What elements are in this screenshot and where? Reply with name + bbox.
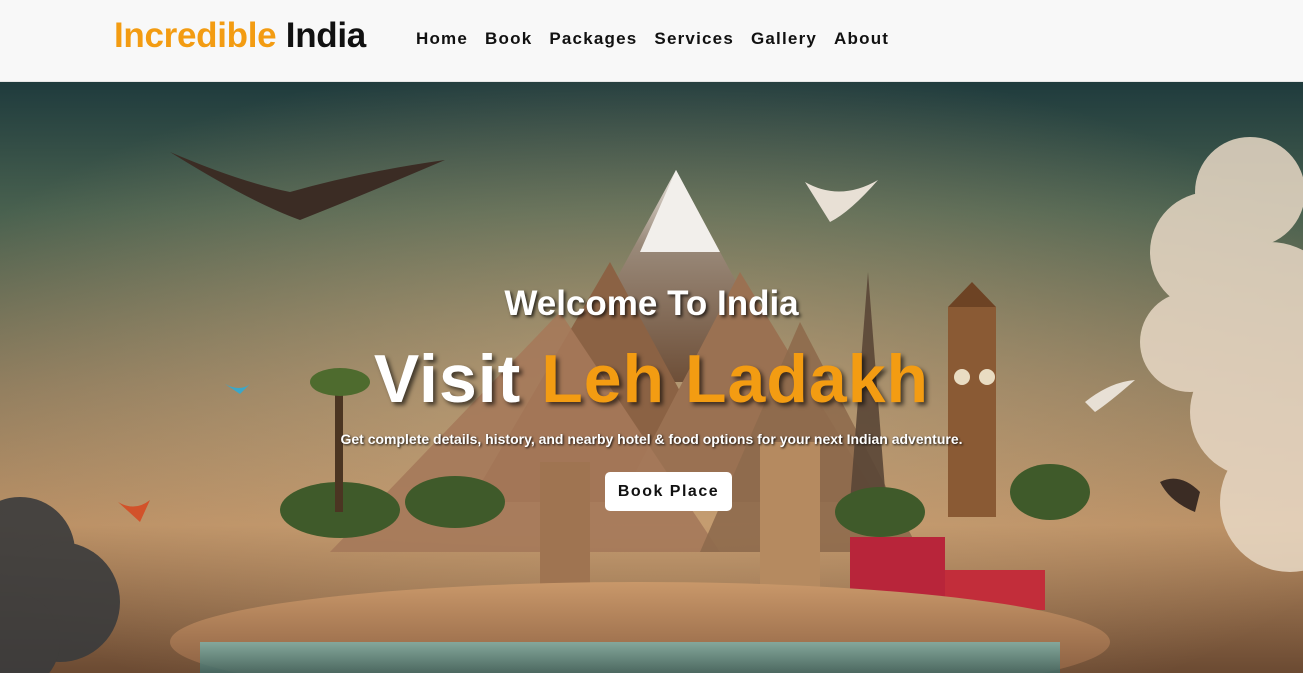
logo-text: India — [285, 16, 366, 55]
nav-book-link[interactable]: Book — [485, 29, 532, 49]
nav-about-link[interactable]: About — [834, 29, 889, 49]
site-logo[interactable]: Incredible India — [114, 16, 366, 56]
book-place-button[interactable]: Book Place — [605, 472, 732, 511]
navbar: Incredible India Home Book Packages Serv… — [0, 0, 1303, 82]
hero-destination: Leh Ladakh — [541, 341, 930, 417]
nav-home-link[interactable]: Home — [416, 29, 468, 49]
hero-section: Welcome To India Visit Leh Ladakh Get co… — [0, 82, 1303, 673]
hero-welcome-heading: Welcome To India — [504, 284, 799, 323]
hero-description: Get complete details, history, and nearb… — [340, 431, 963, 447]
hero-content: Welcome To India Visit Leh Ladakh Get co… — [0, 82, 1303, 673]
nav-packages-link[interactable]: Packages — [549, 29, 637, 49]
nav-gallery-link[interactable]: Gallery — [751, 29, 817, 49]
nav-services-link[interactable]: Services — [654, 29, 734, 49]
hero-title-prefix: Visit — [373, 341, 522, 417]
main-nav: Home Book Packages Services Gallery Abou… — [416, 29, 889, 49]
hero-title: Visit Leh Ladakh — [0, 340, 1303, 418]
logo-accent-text: Incredible — [114, 16, 277, 55]
